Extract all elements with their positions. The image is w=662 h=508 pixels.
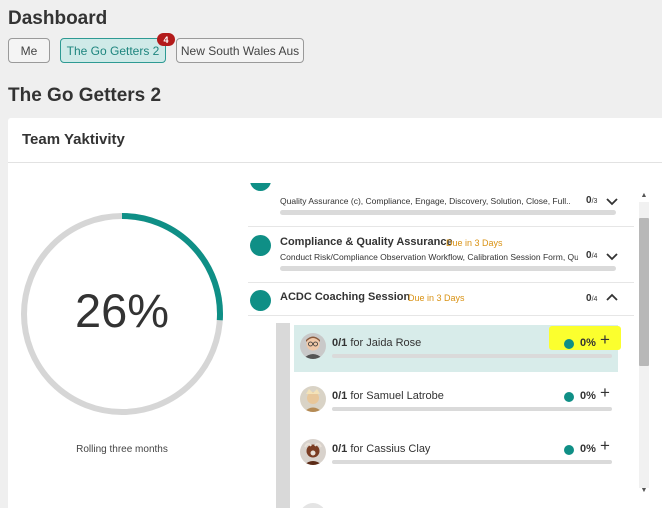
- member-percent: 0%: [580, 337, 596, 349]
- activity-due: Due in 3 Days: [408, 293, 465, 303]
- member-progress-bar: [332, 354, 612, 358]
- activity-status-dot: [250, 235, 271, 256]
- member-row[interactable]: 0/1 for Cassius Clay 0% +: [294, 431, 618, 478]
- chevron-down-icon[interactable]: [605, 251, 619, 263]
- member-name: for Jaida Rose: [350, 337, 422, 349]
- member-progress-bar: [332, 407, 612, 411]
- avatar: [300, 439, 326, 465]
- tab-me[interactable]: Me: [8, 38, 50, 63]
- member-list-rail: [276, 323, 290, 508]
- activity-progress-bar: [280, 266, 616, 271]
- card-title: Team Yaktivity: [22, 131, 125, 148]
- tab-the-go-getters-2[interactable]: The Go Getters 2 4: [60, 33, 175, 63]
- dashboard-title: Dashboard: [8, 8, 108, 29]
- tab-nsw-label: New South Wales Aus: [180, 43, 300, 58]
- avatar: [300, 386, 326, 412]
- member-percent: 0%: [580, 390, 596, 402]
- plus-icon[interactable]: +: [600, 384, 610, 402]
- member-progress-bar: [332, 460, 612, 464]
- activity-scrollbar[interactable]: ▲ ▼: [636, 192, 652, 498]
- member-row[interactable]: 0/1 for Jaida Rose 0% +: [294, 325, 621, 372]
- activity-due: Due in 3 Days: [446, 238, 503, 248]
- scroll-down-icon[interactable]: ▼: [640, 487, 648, 495]
- plus-icon[interactable]: +: [600, 437, 610, 455]
- chevron-down-icon[interactable]: [605, 196, 619, 208]
- activity-title[interactable]: ACDC Coaching Session: [280, 291, 410, 303]
- activity-separator: [248, 315, 634, 316]
- member-progress: 0/1: [332, 337, 348, 349]
- activity-count: 0/3: [586, 195, 597, 206]
- progress-percent: 26%: [74, 284, 170, 337]
- member-status-dot: [564, 445, 574, 455]
- activity-count-total: /4: [591, 296, 598, 303]
- tab-go-getters-label: The Go Getters 2: [66, 43, 160, 58]
- activity-description: Quality Assurance (c), Compliance, Engag…: [280, 196, 570, 206]
- activity-count: 0/4: [586, 293, 597, 304]
- activity-title[interactable]: Compliance & Quality Assurance: [280, 236, 453, 248]
- activity-separator: [248, 282, 634, 283]
- team-title: The Go Getters 2: [8, 85, 162, 106]
- avatar: [300, 333, 326, 359]
- member-name: for Cassius Clay: [350, 443, 431, 455]
- member-label: 0/1 for Cassius Clay: [332, 443, 430, 455]
- plus-icon[interactable]: +: [600, 331, 610, 349]
- activity-count-total: /3: [591, 198, 598, 205]
- scroll-up-icon[interactable]: ▲: [640, 192, 648, 200]
- activity-progress-bar: [280, 210, 616, 215]
- member-status-dot: [564, 339, 574, 349]
- member-label: 0/1 for Samuel Latrobe: [332, 390, 444, 402]
- notification-badge: 4: [157, 33, 175, 46]
- member-status-dot: [564, 392, 574, 402]
- member-progress: 0/1: [332, 390, 348, 402]
- activity-status-dot: [250, 183, 271, 191]
- activity-separator: [248, 226, 634, 227]
- activity-count: 0/4: [586, 250, 597, 261]
- member-progress: 0/1: [332, 443, 348, 455]
- activity-count-total: /4: [591, 253, 598, 260]
- card-divider: [8, 162, 662, 163]
- chevron-up-icon[interactable]: [605, 291, 619, 303]
- tab-me-label: Me: [20, 43, 38, 58]
- member-row[interactable]: 0/1 for Samuel Latrobe 0% +: [294, 378, 618, 425]
- avatar: [300, 503, 326, 508]
- progress-caption: Rolling three months: [76, 444, 168, 455]
- member-label: 0/1 for Jaida Rose: [332, 337, 421, 349]
- activity-status-dot: [250, 290, 271, 311]
- team-yaktivity-card: Team Yaktivity 26% Rolling three months …: [8, 118, 662, 508]
- scrollbar-thumb[interactable]: [639, 218, 649, 366]
- activity-description: Conduct Risk/Compliance Observation Work…: [280, 252, 578, 262]
- tab-new-south-wales-aus[interactable]: New South Wales Aus: [176, 38, 304, 63]
- member-percent: 0%: [580, 443, 596, 455]
- activity-list: Quality Assurance (c), Compliance, Engag…: [248, 183, 638, 508]
- member-name: for Samuel Latrobe: [350, 390, 444, 402]
